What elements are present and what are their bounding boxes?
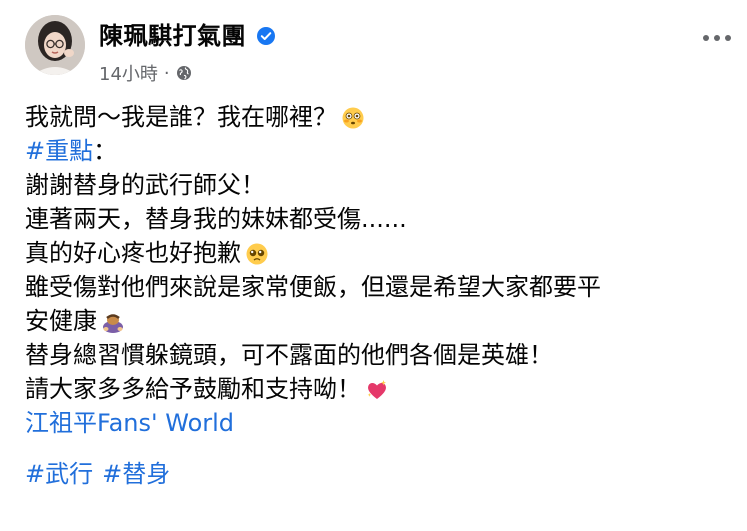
more-dot: [725, 35, 731, 41]
hashtag-link[interactable]: #替身: [102, 457, 170, 491]
author-name[interactable]: 陳珮騏打氣團: [99, 16, 246, 51]
post-line: 連著兩天，替身我的妹妹都受傷......: [25, 202, 725, 236]
post-line: 真的好心疼也好抱歉: [25, 236, 725, 270]
post-meta: 14小時 ·: [99, 60, 192, 86]
globe-icon[interactable]: [176, 65, 192, 81]
post-text: 謝謝替身的武行師父！: [25, 171, 265, 199]
post-line: 我就問～我是誰？我在哪裡？: [25, 100, 725, 134]
meta-separator: ·: [163, 62, 170, 84]
post-text: 雖受傷對他們來說是家常便飯，但還是希望大家都要平: [25, 273, 601, 301]
post-line: 江祖平Fans' World: [25, 406, 725, 440]
post-line: 安健康: [25, 304, 725, 338]
post-line-tags: #武行 #替身: [25, 457, 725, 491]
post-text: 請大家多多給予鼓勵和支持呦！: [25, 375, 361, 403]
post-text: ：: [93, 137, 118, 165]
post-text: 真的好心疼也好抱歉: [25, 239, 241, 267]
flushed-face-emoji: [341, 105, 365, 129]
post-text: 連著兩天，替身我的妹妹都受傷......: [25, 205, 407, 233]
post-text: 我就問～我是誰？我在哪裡？: [25, 103, 337, 131]
post-line: 謝謝替身的武行師父！: [25, 168, 725, 202]
author-name-row: 陳珮騏打氣團: [99, 16, 276, 51]
bowing-person-emoji: [101, 309, 125, 333]
more-dot: [714, 35, 720, 41]
post-line: 請大家多多給予鼓勵和支持呦！: [25, 372, 725, 406]
post-text: 替身總習慣躲鏡頭，可不露面的他們各個是英雄！: [25, 341, 553, 369]
post-line: #重點 ：: [25, 134, 725, 168]
post-text: 安健康: [25, 307, 97, 335]
hashtag-link[interactable]: #武行: [25, 457, 93, 491]
more-options-icon[interactable]: [699, 26, 735, 50]
verified-check-icon: [256, 24, 276, 45]
profile-avatar[interactable]: [25, 15, 85, 75]
mention-link[interactable]: 江祖平Fans' World: [25, 406, 234, 440]
hashtag-link[interactable]: #重點: [25, 134, 93, 168]
post-timestamp[interactable]: 14小時: [99, 60, 158, 86]
pleading-face-emoji: [245, 241, 269, 265]
post-line: 替身總習慣躲鏡頭，可不露面的他們各個是英雄！: [25, 338, 725, 372]
facebook-post: 陳珮騏打氣團 14小時 · 我就問～我是誰？我在哪裡？ #重點 ： 謝謝替身的武…: [0, 0, 747, 531]
more-dot: [703, 35, 709, 41]
post-content: 我就問～我是誰？我在哪裡？ #重點 ： 謝謝替身的武行師父！ 連著兩天，替身我的…: [25, 100, 725, 491]
post-line: 雖受傷對他們來說是家常便飯，但還是希望大家都要平: [25, 270, 725, 304]
sparkling-heart-emoji: [365, 377, 389, 401]
